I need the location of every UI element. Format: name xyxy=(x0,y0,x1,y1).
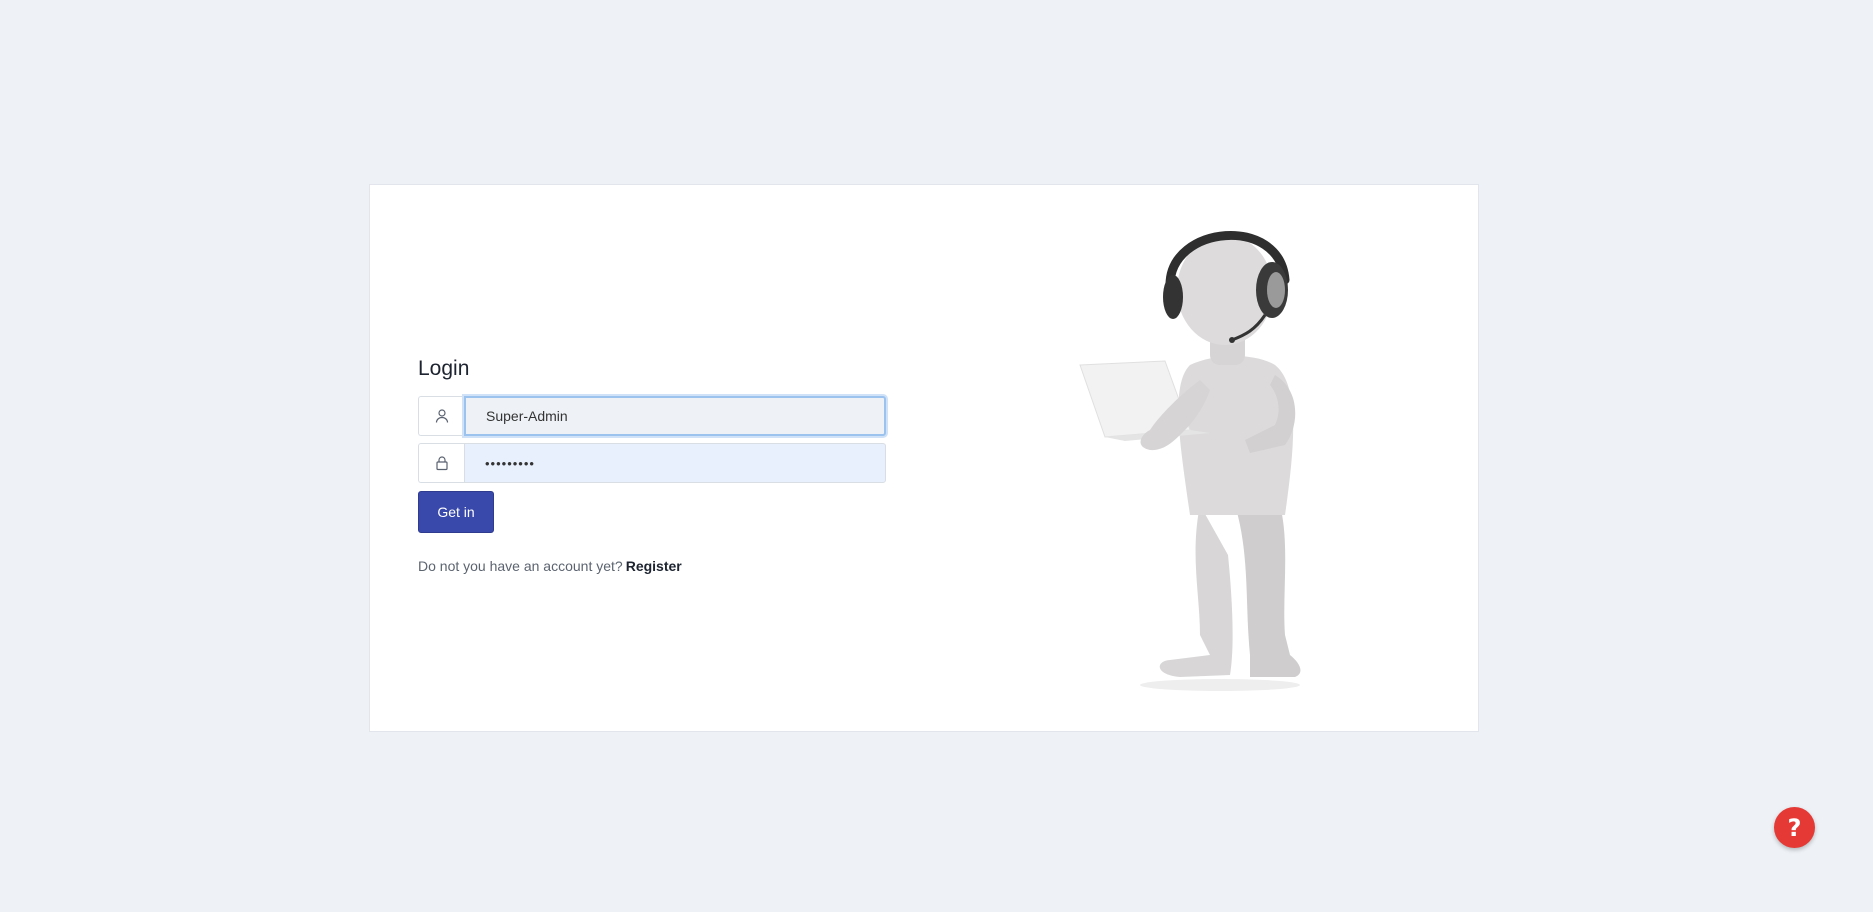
get-in-button[interactable]: Get in xyxy=(418,491,494,533)
register-prompt-line: Do not you have an account yet? Register xyxy=(418,558,682,574)
login-title: Login xyxy=(418,357,470,380)
username-input[interactable] xyxy=(464,396,886,436)
password-input[interactable] xyxy=(464,443,886,483)
login-form: Login Get in Do not you have an account xyxy=(418,185,886,731)
login-card: Login Get in Do not you have an account xyxy=(369,184,1479,732)
register-prompt: Do not you have an account yet? xyxy=(418,558,623,574)
register-link[interactable]: Register xyxy=(626,558,682,574)
username-group xyxy=(418,396,886,436)
lock-icon xyxy=(418,443,464,483)
question-mark-icon: ? xyxy=(1787,813,1802,842)
user-icon xyxy=(418,396,464,436)
help-button[interactable]: ? xyxy=(1774,807,1815,848)
password-group xyxy=(418,443,886,483)
support-agent-illustration xyxy=(1079,231,1301,691)
